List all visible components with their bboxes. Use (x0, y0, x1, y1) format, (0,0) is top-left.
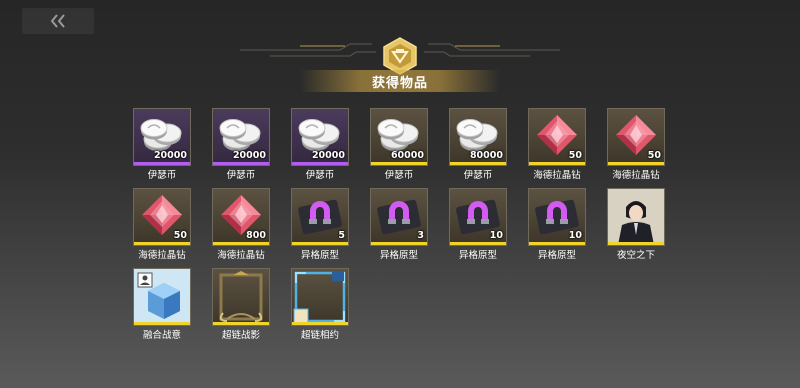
item-card: 20000 (212, 108, 270, 166)
reward-item[interactable]: 80000 伊瑟币 (449, 108, 507, 184)
rarity-bar (213, 242, 269, 245)
rarity-bar (371, 242, 427, 245)
item-quantity: 800 (246, 230, 266, 241)
rarity-bar (292, 242, 348, 245)
item-name: 异格原型 (379, 250, 418, 261)
item-quantity: 50 (173, 230, 187, 241)
reward-item[interactable]: 50 海德拉晶钻 (528, 108, 586, 184)
item-card: 20000 (133, 108, 191, 166)
item-card (607, 188, 665, 246)
reward-item[interactable]: 融合战意 (133, 268, 191, 344)
ornate-frame-icon (219, 271, 263, 322)
reward-item[interactable]: 10 异格原型 (528, 188, 586, 264)
item-card: 5 (291, 188, 349, 246)
reward-item[interactable]: 50 海德拉晶钻 (607, 108, 665, 184)
reward-item[interactable]: 5 异格原型 (291, 188, 349, 264)
page-title: 获得物品 (371, 76, 428, 91)
item-name: 海德拉晶钻 (138, 250, 186, 261)
item-card (212, 268, 270, 326)
reward-item[interactable]: 20000 伊瑟币 (133, 108, 191, 184)
reward-item[interactable]: 3 异格原型 (370, 188, 428, 264)
item-name: 伊瑟币 (147, 170, 177, 181)
item-name: 伊瑟币 (305, 170, 335, 181)
reward-item[interactable]: 60000 伊瑟币 (370, 108, 428, 184)
character-portrait-icon (608, 189, 664, 245)
rarity-bar (134, 242, 190, 245)
item-card: 60000 (370, 108, 428, 166)
blue-cube-icon (134, 269, 190, 325)
reward-item[interactable]: 20000 伊瑟币 (291, 108, 349, 184)
item-name: 超链战影 (221, 330, 260, 341)
item-name: 海德拉晶钻 (533, 170, 581, 181)
reward-item[interactable]: 50 海德拉晶钻 (133, 188, 191, 264)
item-card (133, 268, 191, 326)
rarity-bar (450, 242, 506, 245)
reward-item[interactable]: 800 海德拉晶钻 (212, 188, 270, 264)
rarity-bar (529, 162, 585, 165)
item-name: 伊瑟币 (226, 170, 256, 181)
item-quantity: 20000 (153, 150, 187, 161)
blue-frame-icon (293, 271, 346, 324)
item-name: 夜空之下 (616, 250, 655, 261)
item-name: 伊瑟币 (384, 170, 414, 181)
item-card: 10 (528, 188, 586, 246)
item-card (291, 268, 349, 326)
reward-item[interactable]: 10 异格原型 (449, 188, 507, 264)
item-name: 伊瑟币 (463, 170, 493, 181)
rarity-bar (134, 322, 190, 325)
item-card: 3 (370, 188, 428, 246)
rarity-bar (134, 162, 190, 165)
item-name: 融合战意 (142, 330, 181, 341)
item-quantity: 20000 (232, 150, 266, 161)
item-card: 50 (133, 188, 191, 246)
rarity-bar (371, 162, 427, 165)
item-name: 海德拉晶钻 (612, 170, 660, 181)
rarity-bar (608, 162, 664, 165)
rarity-bar (608, 242, 664, 245)
reward-item[interactable]: 超链战影 (212, 268, 270, 344)
item-card: 80000 (449, 108, 507, 166)
item-quantity: 80000 (469, 150, 503, 161)
item-card: 20000 (291, 108, 349, 166)
item-card: 50 (607, 108, 665, 166)
rarity-bar (292, 162, 348, 165)
rarity-bar (529, 242, 585, 245)
item-quantity: 50 (568, 150, 582, 161)
item-quantity: 10 (568, 230, 582, 241)
item-card: 50 (528, 108, 586, 166)
item-quantity: 60000 (390, 150, 424, 161)
item-card: 10 (449, 188, 507, 246)
reward-item[interactable]: 夜空之下 (607, 188, 665, 264)
item-name: 异格原型 (537, 250, 576, 261)
reward-item[interactable]: 超链相约 (291, 268, 349, 344)
item-quantity: 50 (647, 150, 661, 161)
reward-item[interactable]: 20000 伊瑟币 (212, 108, 270, 184)
rarity-bar (213, 322, 269, 325)
item-quantity: 5 (338, 230, 345, 241)
rarity-bar (450, 162, 506, 165)
item-name: 异格原型 (458, 250, 497, 261)
item-quantity: 3 (417, 230, 424, 241)
item-name: 超链相约 (300, 330, 339, 341)
rarity-bar (213, 162, 269, 165)
item-name: 海德拉晶钻 (217, 250, 265, 261)
item-quantity: 20000 (311, 150, 345, 161)
rarity-bar (292, 322, 348, 325)
item-name: 异格原型 (300, 250, 339, 261)
item-card: 800 (212, 188, 270, 246)
item-quantity: 10 (489, 230, 503, 241)
